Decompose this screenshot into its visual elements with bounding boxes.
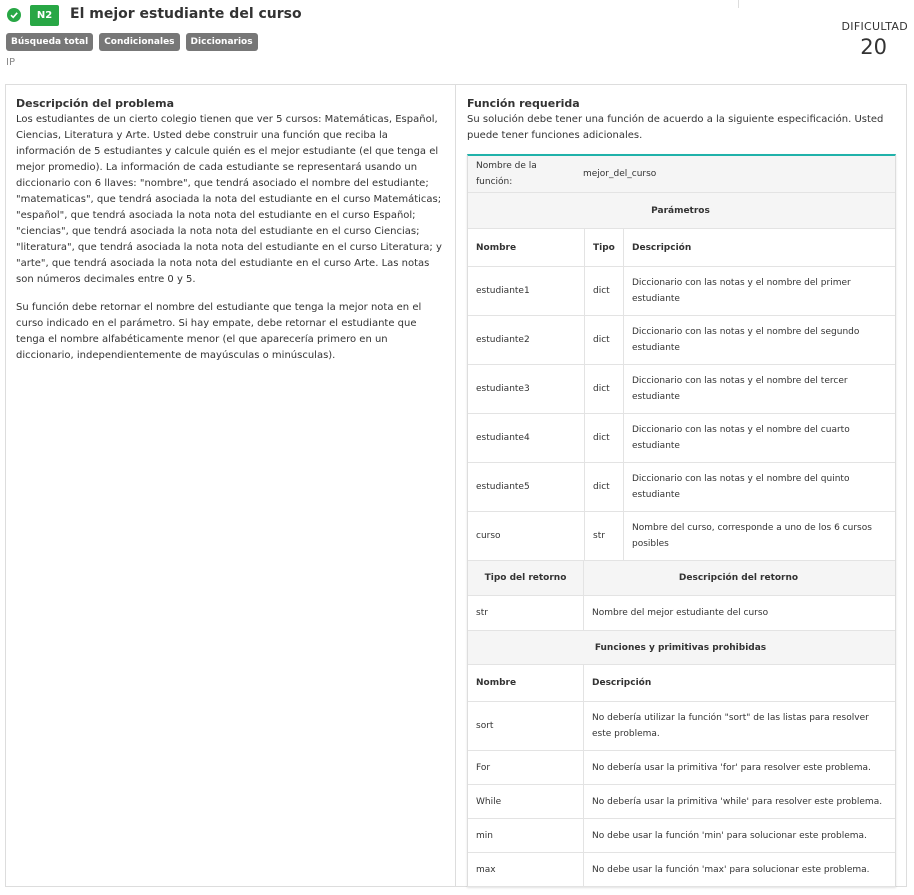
function-name-value: mejor_del_curso	[583, 169, 657, 179]
difficulty-value: 20	[860, 35, 887, 59]
param-desc: Diccionario con las notas y el nombre de…	[623, 365, 893, 413]
column-divider	[455, 85, 456, 886]
param-name: estudiante2	[476, 335, 530, 345]
function-intro: Su solución debe tener una función de ac…	[467, 114, 884, 141]
return-desc: Nombre del mejor estudiante del curso	[583, 596, 893, 630]
forbidden-desc: No debe usar la función 'max' para soluc…	[583, 853, 893, 886]
forbidden-row: For No debería usar la primitiva 'for' p…	[468, 751, 895, 785]
param-type: dict	[584, 316, 623, 364]
param-type: str	[584, 512, 623, 560]
param-name: estudiante1	[476, 286, 530, 296]
forbidden-header-name: Nombre	[476, 678, 517, 688]
topbar-divider	[738, 0, 739, 8]
difficulty-label: DIFICULTAD	[841, 20, 908, 33]
param-name: estudiante4	[476, 433, 530, 443]
params-header-type: Tipo	[584, 229, 623, 266]
param-name: curso	[476, 531, 501, 541]
param-row: estudiante2 dict Diccionario con las not…	[468, 316, 895, 365]
return-header-row: Tipo del retorno Descripción del retorno	[468, 561, 895, 596]
description-paragraph-1: Los estudiantes de un cierto colegio tie…	[16, 114, 442, 285]
param-type: dict	[584, 463, 623, 511]
forbidden-desc: No debería usar la primitiva 'while' par…	[583, 785, 893, 818]
params-header-name: Nombre	[476, 242, 517, 253]
description-section: Descripción del problema Los estudiantes…	[16, 96, 444, 376]
param-row: estudiante1 dict Diccionario con las not…	[468, 267, 895, 316]
forbidden-title-row: Funciones y primitivas prohibidas	[468, 631, 895, 665]
function-name-label: Nombre de la función:	[476, 161, 537, 187]
param-name: estudiante5	[476, 482, 530, 492]
forbidden-row: max No debe usar la función 'max' para s…	[468, 853, 895, 887]
param-desc: Diccionario con las notas y el nombre de…	[623, 316, 893, 364]
param-type: dict	[584, 365, 623, 413]
forbidden-header-desc: Descripción	[583, 665, 893, 701]
return-type-header: Tipo del retorno	[484, 573, 567, 583]
forbidden-name: sort	[476, 721, 494, 731]
param-desc: Diccionario con las notas y el nombre de…	[623, 267, 893, 315]
return-desc-header: Descripción del retorno	[583, 561, 893, 595]
param-type: dict	[584, 267, 623, 315]
forbidden-title: Funciones y primitivas prohibidas	[594, 642, 767, 653]
forbidden-name: While	[476, 796, 502, 807]
forbidden-row: While No debería usar la primitiva 'whil…	[468, 785, 895, 819]
params-header-row: Nombre Tipo Descripción	[468, 229, 895, 267]
forbidden-desc: No debe usar la función 'min' para soluc…	[583, 819, 893, 852]
tag-list: Búsqueda total Condicionales Diccionario…	[6, 33, 258, 51]
param-desc: Nombre del curso, corresponde a uno de l…	[623, 512, 893, 560]
description-title: Descripción del problema	[16, 97, 175, 110]
description-paragraph-2: Su función debe retornar el nombre del e…	[16, 302, 422, 361]
param-row: estudiante3 dict Diccionario con las not…	[468, 365, 895, 414]
forbidden-row: min No debe usar la función 'min' para s…	[468, 819, 895, 853]
params-title: Parámetros	[651, 205, 710, 216]
tag-diccionarios[interactable]: Diccionarios	[185, 33, 258, 51]
param-name: estudiante3	[476, 384, 530, 394]
level-badge: N2	[30, 5, 59, 26]
param-row: estudiante4 dict Diccionario con las not…	[468, 414, 895, 463]
author-label: IP	[6, 57, 15, 68]
param-row: curso str Nombre del curso, corresponde …	[468, 512, 895, 561]
check-circle-icon	[7, 8, 21, 22]
forbidden-desc: No debería usar la primitiva 'for' para …	[583, 751, 893, 784]
param-desc: Diccionario con las notas y el nombre de…	[623, 414, 893, 462]
forbidden-desc: No debería utilizar la función "sort" de…	[583, 702, 893, 750]
return-row: str Nombre del mejor estudiante del curs…	[468, 596, 895, 631]
forbidden-name: For	[476, 762, 491, 773]
tag-condicionales[interactable]: Condicionales	[99, 33, 180, 51]
forbidden-name: max	[476, 864, 496, 875]
params-header-desc: Descripción	[623, 229, 893, 266]
tag-busqueda-total[interactable]: Búsqueda total	[6, 33, 94, 51]
param-type: dict	[584, 414, 623, 462]
function-spec-table: Nombre de la función: mejor_del_curso Pa…	[467, 154, 896, 887]
forbidden-row: sort No debería utilizar la función "sor…	[468, 702, 895, 751]
params-title-row: Parámetros	[468, 193, 895, 229]
param-desc: Diccionario con las notas y el nombre de…	[623, 463, 893, 511]
function-name-row: Nombre de la función: mejor_del_curso	[468, 156, 895, 193]
param-row: estudiante5 dict Diccionario con las not…	[468, 463, 895, 512]
function-title: Función requerida	[467, 97, 580, 110]
function-section: Función requerida Su solución debe tener…	[467, 96, 899, 144]
forbidden-name: min	[476, 830, 493, 841]
forbidden-header-row: Nombre Descripción	[468, 665, 895, 702]
problem-title: El mejor estudiante del curso	[70, 6, 302, 22]
return-type: str	[476, 608, 488, 618]
